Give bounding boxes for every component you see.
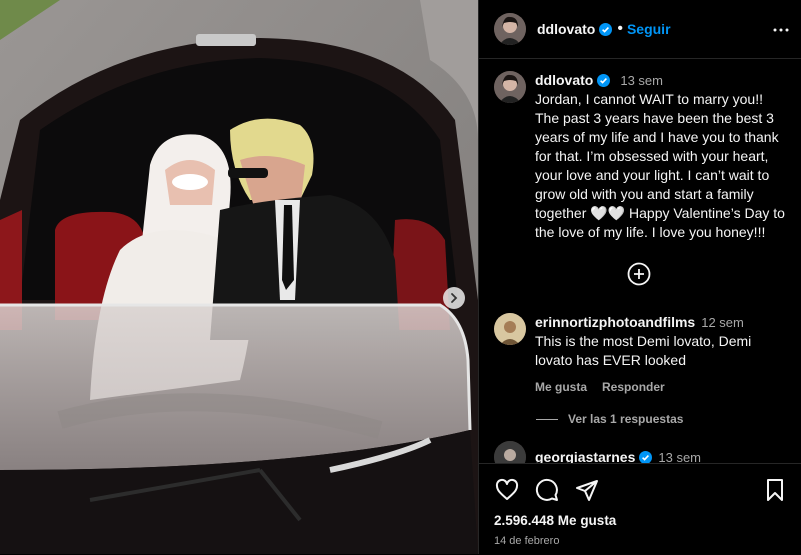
avatar[interactable] [494, 441, 526, 463]
comment-username[interactable]: erinnortizphotoandfilms [535, 314, 695, 330]
caption-username[interactable]: ddlovato [535, 72, 593, 88]
separator-dot: • [617, 20, 623, 37]
comment-text-block: erinnortizphotoandfilms 12 sem This is th… [535, 313, 775, 397]
caption-text-block: ddlovato 13 sem Jordan, I cannot WAIT to … [535, 71, 785, 242]
likes-count[interactable]: 2.596.448 Me gusta [494, 513, 616, 528]
post-panel: ddlovato • Seguir ddlovato 13 sem Jordan,… [478, 0, 801, 554]
chevron-right-icon [451, 293, 458, 303]
avatar[interactable] [494, 13, 526, 45]
reply-button[interactable]: Responder [602, 380, 665, 394]
comment-body: This is the most Demi lovato, Demi lovat… [535, 333, 752, 368]
comment-username[interactable]: georgiastarnes [535, 449, 635, 463]
heart-icon[interactable] [495, 478, 519, 507]
caption: ddlovato 13 sem Jordan, I cannot WAIT to … [479, 71, 801, 242]
bookmark-icon[interactable] [763, 478, 787, 507]
follow-button[interactable]: Seguir [627, 21, 671, 37]
post-photo-illustration [0, 0, 478, 554]
verified-icon [599, 22, 613, 36]
comment-actions: Me gusta Responder [535, 378, 775, 397]
like-comment-button[interactable]: Me gusta [535, 380, 587, 394]
comment-item: georgiastarnes 13 sem [479, 441, 801, 463]
replies-divider [536, 418, 558, 420]
verified-icon [639, 450, 653, 463]
add-circle-icon[interactable] [627, 262, 651, 291]
post-date[interactable]: 14 de febrero [494, 535, 559, 547]
post-photo[interactable] [0, 0, 478, 554]
post-username[interactable]: ddlovato [537, 21, 595, 37]
avatar[interactable] [494, 71, 526, 103]
comment-icon[interactable] [535, 478, 559, 507]
comments-section[interactable]: ddlovato 13 sem Jordan, I cannot WAIT to … [479, 59, 801, 463]
more-options-icon[interactable] [773, 22, 789, 43]
caption-body: Jordan, I cannot WAIT to marry you!! The… [535, 91, 789, 240]
share-icon[interactable] [575, 478, 599, 507]
comment-text-block: georgiastarnes 13 sem [535, 448, 701, 463]
post-header: ddlovato • Seguir [479, 0, 801, 59]
verified-icon [597, 73, 611, 87]
comment-time[interactable]: 12 sem [701, 315, 744, 330]
view-replies-label: Ver las 1 respuestas [568, 412, 684, 426]
comment-time[interactable]: 13 sem [658, 450, 701, 463]
post-footer: 2.596.448 Me gusta 14 de febrero [479, 463, 801, 555]
action-bar [493, 478, 787, 504]
next-image-button[interactable] [443, 287, 465, 309]
avatar[interactable] [494, 313, 526, 345]
comment-item: erinnortizphotoandfilms 12 sem This is th… [479, 313, 801, 397]
view-replies-button[interactable]: Ver las 1 respuestas [536, 412, 683, 426]
caption-time[interactable]: 13 sem [620, 73, 663, 88]
